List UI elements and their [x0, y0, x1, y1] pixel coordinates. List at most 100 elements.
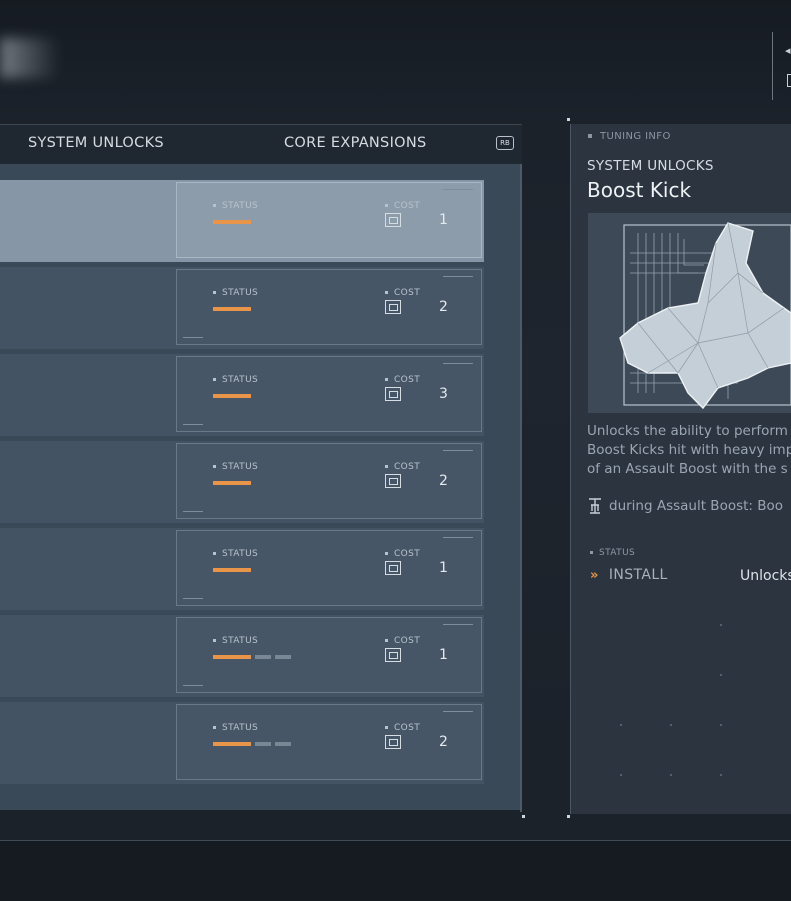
- cost-value: 2: [439, 734, 448, 750]
- decor-dot: [720, 624, 722, 626]
- list-item-card: STATUS COST 3: [176, 356, 482, 432]
- decor-dot: [670, 774, 672, 776]
- tuning-info-header: TUNING INFO: [588, 131, 671, 142]
- list-item[interactable]: STATUS COST 1: [0, 528, 484, 610]
- cost-label: COST: [385, 375, 420, 385]
- status-label: STATUS: [213, 201, 258, 211]
- decor-dot: [620, 724, 622, 726]
- description-line: Boost Kicks hit with heavy imp: [587, 442, 791, 458]
- info-description: Unlocks the ability to perform Boost Kic…: [587, 422, 791, 479]
- card-decoration: [443, 276, 473, 277]
- status-bar-fill: [213, 742, 251, 746]
- decor-dot: [670, 724, 672, 726]
- list-item-card: STATUS COST 1: [176, 530, 482, 606]
- chip-icon: [385, 648, 401, 662]
- double-chevron-icon: »: [590, 568, 599, 583]
- status-bar-fill: [213, 481, 251, 485]
- cost-value: 2: [439, 473, 448, 489]
- boost-control-icon: [589, 498, 601, 514]
- list-item[interactable]: STATUS COST 1: [0, 615, 484, 697]
- box-icon: [787, 74, 791, 87]
- status-bar-empty: [275, 655, 291, 659]
- card-decoration: [443, 624, 473, 625]
- cost-value: 3: [439, 386, 448, 402]
- status-bar-fill: [213, 307, 251, 311]
- list-item-card: STATUS COST 2: [176, 704, 482, 780]
- decor-dot: [720, 774, 722, 776]
- rb-button-icon[interactable]: RB: [496, 136, 514, 150]
- chip-icon: [385, 474, 401, 488]
- status-label: STATUS: [213, 375, 258, 385]
- cost-value: 1: [439, 647, 448, 663]
- status-label: STATUS: [213, 549, 258, 559]
- list-item-card: STATUS COST 1: [176, 182, 482, 258]
- part-preview-image: [588, 213, 791, 413]
- list-item[interactable]: STATUS COST 2: [0, 267, 484, 349]
- chip-icon: [385, 561, 401, 575]
- cost-label: COST: [385, 288, 420, 298]
- status-label: STATUS: [213, 288, 258, 298]
- info-category: SYSTEM UNLOCKS: [587, 158, 714, 174]
- cost-label: COST: [385, 549, 420, 559]
- list-item-card: STATUS COST 1: [176, 617, 482, 693]
- card-decoration: [443, 450, 473, 451]
- chip-icon: [385, 300, 401, 314]
- info-status-label: STATUS: [590, 548, 635, 558]
- boost-kick-chip-icon: [619, 222, 791, 410]
- card-decoration: [443, 363, 473, 364]
- decor-dot: [720, 724, 722, 726]
- cost-label: COST: [385, 723, 420, 733]
- control-hint: during Assault Boost: Boo: [587, 497, 783, 515]
- cost-value: 2: [439, 299, 448, 315]
- top-blur-element: [0, 38, 60, 78]
- status-bar-empty: [255, 742, 271, 746]
- card-decoration: [443, 537, 473, 538]
- info-title: Boost Kick: [587, 178, 692, 202]
- status-bar-fill: [213, 568, 251, 572]
- list-item-card: STATUS COST 2: [176, 443, 482, 519]
- tab-system-unlocks[interactable]: SYSTEM UNLOCKS: [28, 135, 164, 151]
- unlock-status-text: Unlocks: [740, 568, 791, 584]
- card-decoration: [183, 424, 203, 425]
- list-item[interactable]: STATUS COST 2: [0, 702, 484, 784]
- arrow-icon: ◂: [785, 44, 791, 57]
- card-decoration: [183, 511, 203, 512]
- description-line: of an Assault Boost with the s: [587, 461, 788, 477]
- decor-dot: [720, 674, 722, 676]
- status-bar-empty: [255, 655, 271, 659]
- card-decoration: [183, 685, 203, 686]
- cost-value: 1: [439, 212, 448, 228]
- cost-label: COST: [385, 636, 420, 646]
- status-label: STATUS: [213, 462, 258, 472]
- cost-value: 1: [439, 560, 448, 576]
- list-item-card: STATUS COST 2: [176, 269, 482, 345]
- list-item[interactable]: STATUS COST 3: [0, 354, 484, 436]
- status-label: STATUS: [213, 636, 258, 646]
- list-item[interactable]: STATUS COST 2: [0, 441, 484, 523]
- frame-corner: [567, 815, 570, 818]
- install-label: INSTALL: [608, 567, 668, 583]
- cost-label: COST: [385, 462, 420, 472]
- card-decoration: [443, 189, 473, 190]
- frame-corner: [567, 118, 570, 121]
- list-item[interactable]: STATUS COST 1: [0, 180, 484, 262]
- cost-label: COST: [385, 201, 420, 211]
- chip-icon: [385, 213, 401, 227]
- chip-icon: [385, 387, 401, 401]
- top-bar: [0, 0, 791, 118]
- bottom-bar: [0, 840, 791, 901]
- install-status: » INSTALL: [590, 567, 668, 583]
- frame-corner: [522, 815, 525, 818]
- description-line: Unlocks the ability to perform: [587, 423, 788, 439]
- card-decoration: [183, 598, 203, 599]
- control-hint-text: during Assault Boost: Boo: [609, 498, 784, 514]
- status-bar-empty: [275, 742, 291, 746]
- status-bar-fill: [213, 220, 251, 224]
- corner-widget: ◂: [772, 32, 791, 100]
- status-bar-fill: [213, 394, 251, 398]
- card-decoration: [183, 337, 203, 338]
- card-decoration: [443, 711, 473, 712]
- decor-dot: [620, 774, 622, 776]
- status-label: STATUS: [213, 723, 258, 733]
- tab-core-expansions[interactable]: CORE EXPANSIONS: [284, 135, 427, 151]
